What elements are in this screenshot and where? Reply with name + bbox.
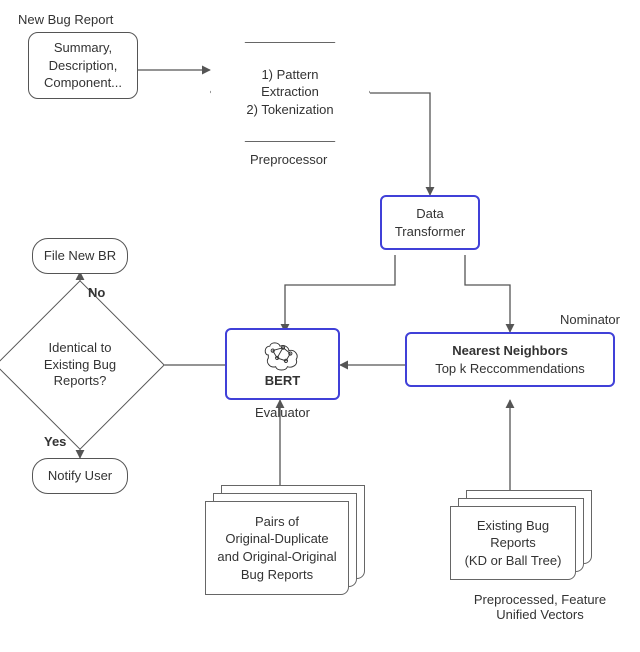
doc-line: Summary, [54, 39, 112, 57]
nn-title: Nearest Neighbors [452, 342, 568, 360]
decision-diamond: Identical to Existing Bug Reports? [20, 305, 140, 425]
brain-icon [261, 338, 305, 372]
doc-line: Description, [49, 57, 118, 75]
pairs-line: and Original-Original [217, 548, 336, 566]
evaluator-caption: Evaluator [255, 405, 310, 420]
pairs-stack: Pairs of Original-Duplicate and Original… [205, 485, 365, 595]
preprocessor-caption: Preprocessor [250, 152, 327, 167]
nearest-neighbors-box: Nearest Neighbors Top k Reccommendations [405, 332, 615, 387]
notify-user-terminal: Notify User [32, 458, 128, 494]
evaluator-box: BERT [225, 328, 340, 400]
existing-line: Existing Bug [465, 517, 562, 535]
existing-line: Reports [465, 534, 562, 552]
nominator-label: Nominator [560, 312, 620, 327]
notify-user-text: Notify User [48, 467, 112, 485]
existing-line: (KD or Ball Tree) [465, 552, 562, 570]
edge-label-no: No [88, 285, 105, 300]
vectors-caption: Preprocessed, Feature Unified Vectors [460, 592, 620, 622]
new-bug-report-doc: Summary, Description, Component... [28, 32, 138, 99]
pairs-line: Pairs of [217, 513, 336, 531]
data-transformer-box: Data Transformer [380, 195, 480, 250]
dt-line: Transformer [395, 223, 465, 241]
pairs-line: Original-Duplicate [217, 530, 336, 548]
file-new-br-terminal: File New BR [32, 238, 128, 274]
preprocessor-hex: 1) Pattern Extraction 2) Tokenization [210, 42, 370, 142]
new-bug-report-label: New Bug Report [18, 12, 113, 27]
evaluator-title: BERT [265, 372, 300, 390]
hex-line: 2) Tokenization [246, 101, 333, 119]
pairs-line: Bug Reports [217, 566, 336, 584]
dt-line: Data [416, 205, 443, 223]
nn-sub: Top k Reccommendations [435, 360, 585, 378]
existing-stack: Existing Bug Reports (KD or Ball Tree) [450, 490, 600, 580]
decision-line: Identical to [44, 340, 116, 357]
decision-line: Reports? [44, 373, 116, 390]
file-new-br-text: File New BR [44, 247, 116, 265]
hex-line: 1) Pattern Extraction [239, 66, 341, 101]
decision-line: Existing Bug [44, 357, 116, 374]
doc-line: Component... [44, 74, 122, 92]
edge-label-yes: Yes [44, 434, 66, 449]
